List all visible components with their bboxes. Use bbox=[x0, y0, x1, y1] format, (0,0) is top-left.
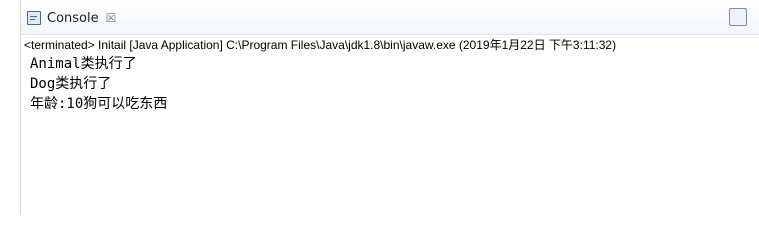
output-line: Animal类执行了 bbox=[30, 56, 137, 72]
console-toolbar bbox=[729, 6, 747, 28]
console-tabbar: Console ☒ bbox=[21, 0, 759, 35]
console-view: Console ☒ <terminated> Initail [Java App… bbox=[21, 0, 759, 215]
window-icon[interactable] bbox=[729, 8, 747, 26]
console-status-line: <terminated> Initail [Java Application] … bbox=[24, 38, 617, 52]
console-output: Animal类执行了 Dog类执行了 年龄:10狗可以吃东西 bbox=[30, 54, 730, 114]
tab-console-label: Console bbox=[47, 10, 99, 26]
console-icon bbox=[27, 11, 41, 25]
left-panel-edge bbox=[0, 0, 21, 215]
output-line: 年龄:10狗可以吃东西 bbox=[30, 96, 168, 112]
tab-console[interactable]: Console ☒ bbox=[27, 7, 116, 29]
close-icon[interactable]: ☒ bbox=[106, 11, 117, 25]
output-line: Dog类执行了 bbox=[30, 76, 112, 92]
